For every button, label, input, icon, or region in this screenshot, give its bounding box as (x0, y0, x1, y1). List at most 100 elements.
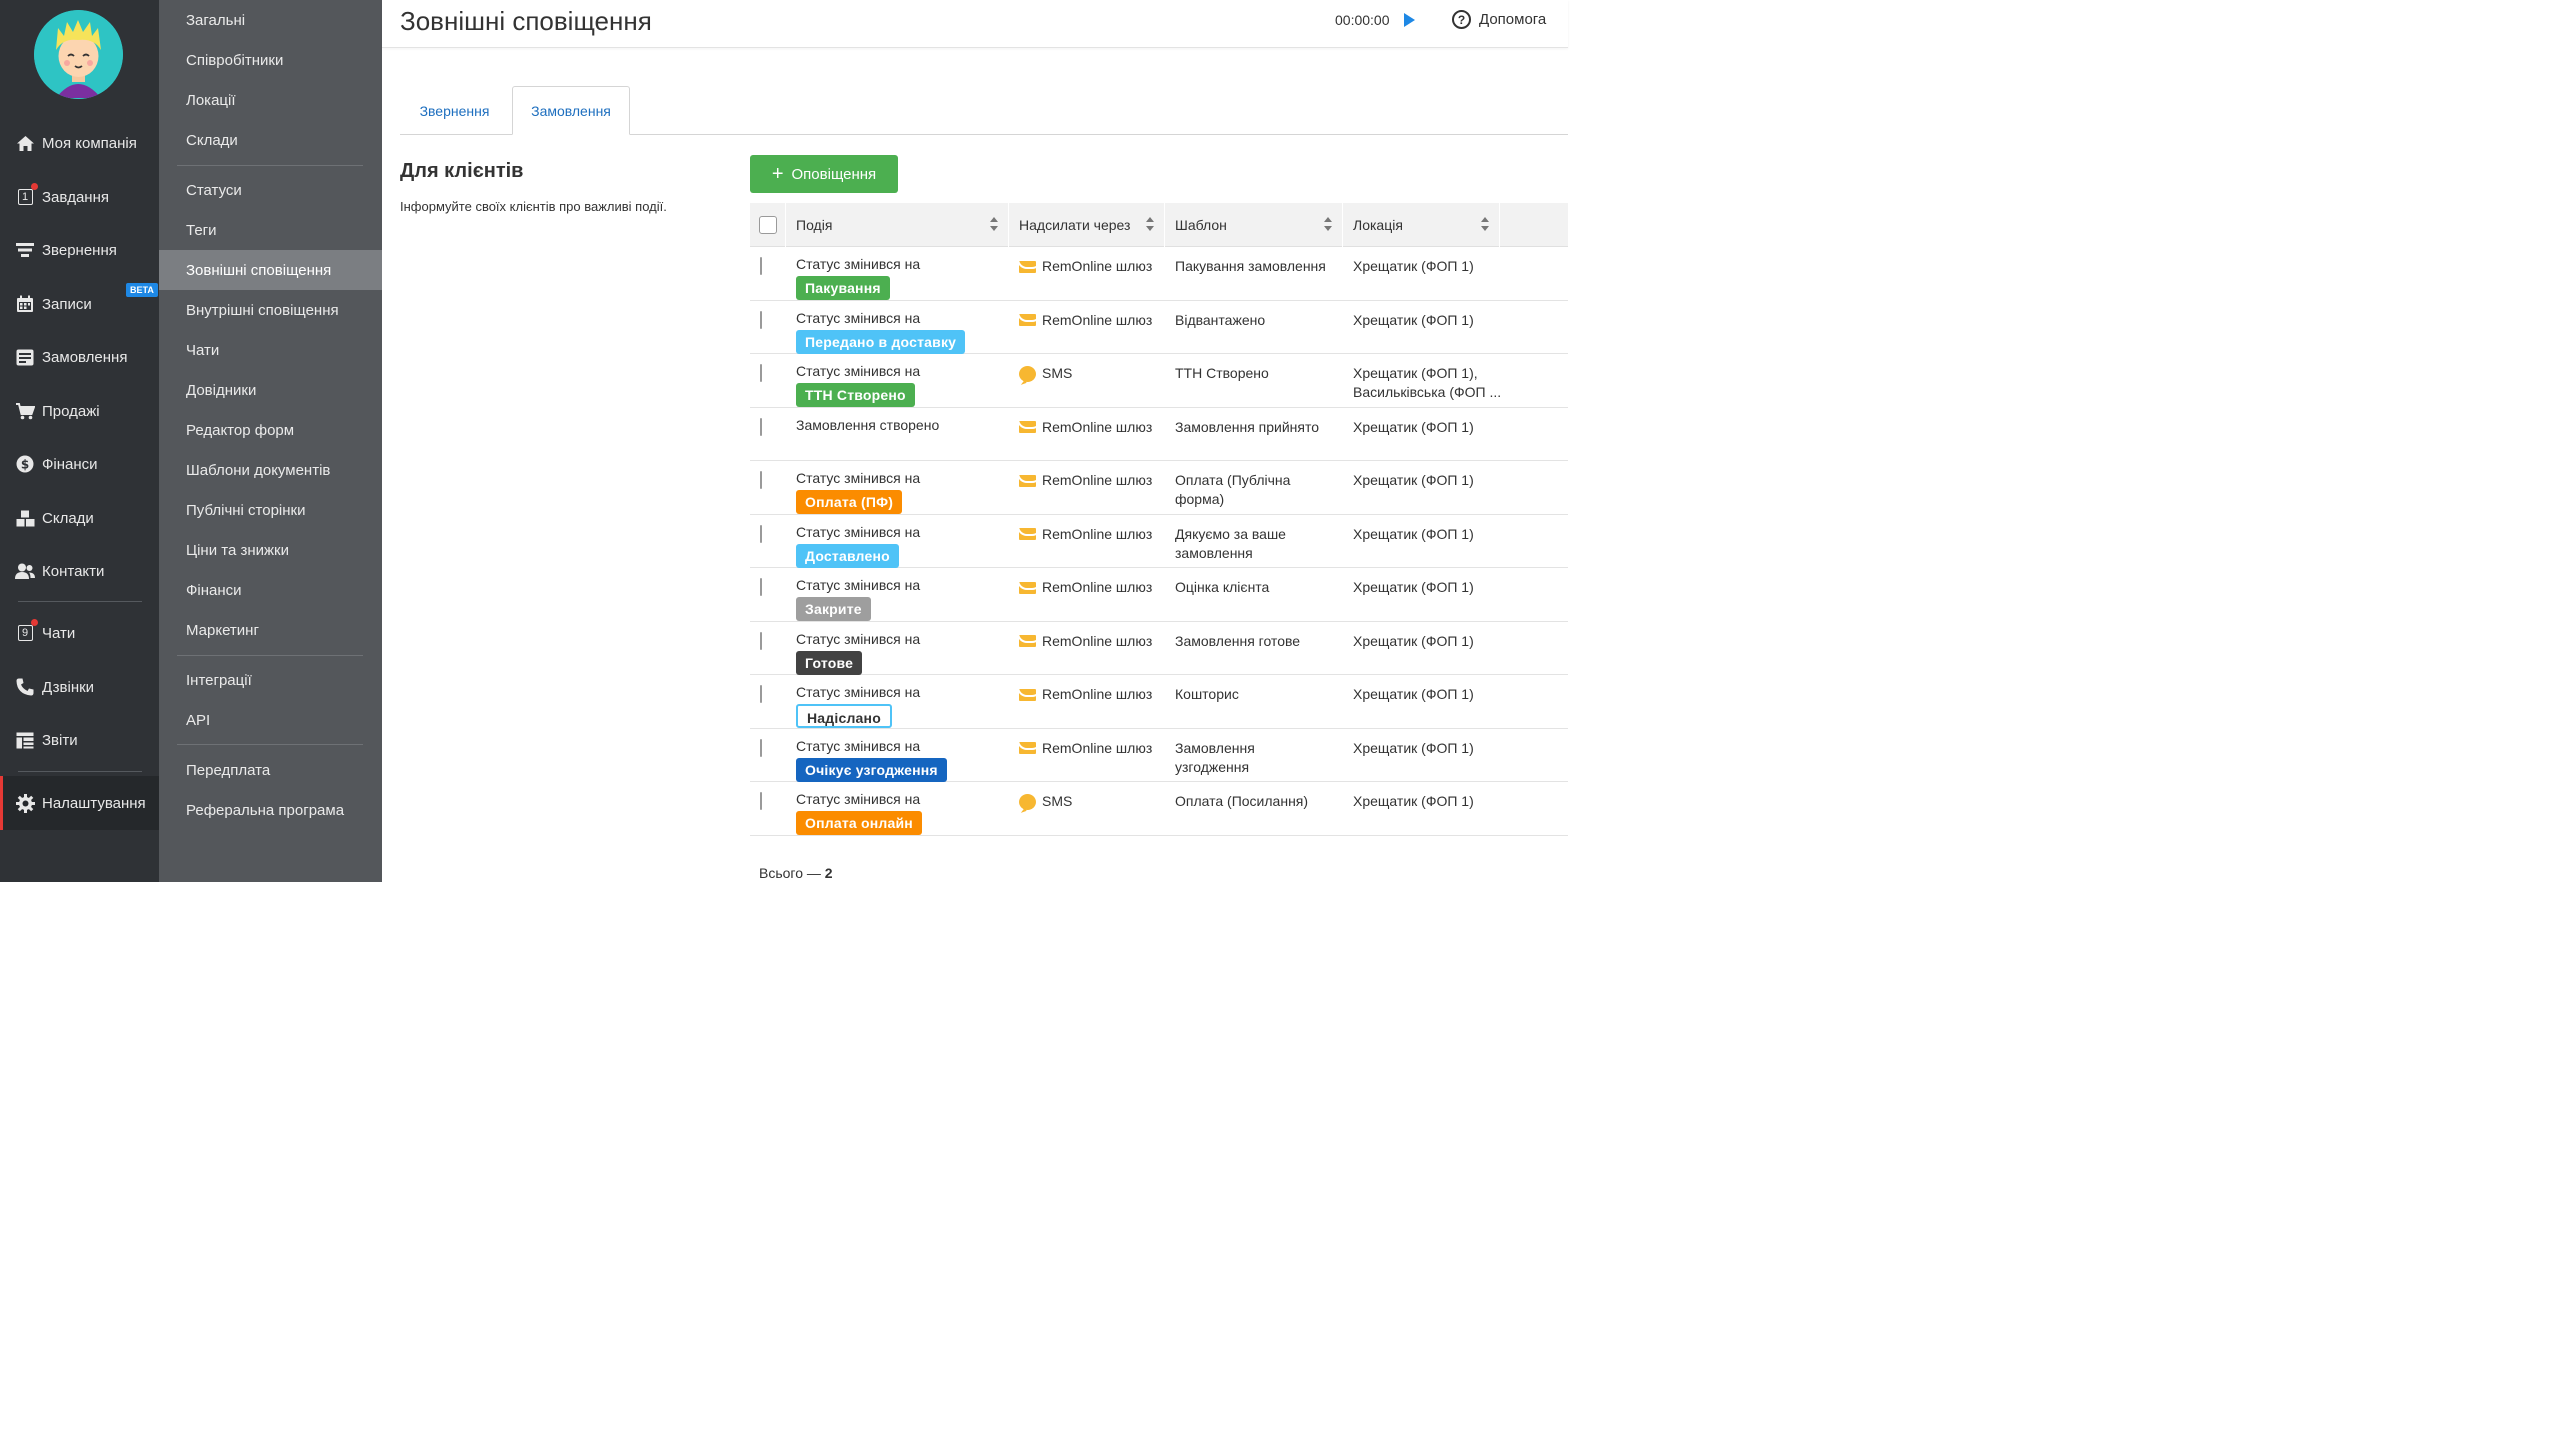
nav-label: Склади (42, 509, 94, 527)
nav-item-inquiries[interactable]: Звернення (0, 230, 159, 270)
channel-cell: RemOnline шлюз (1019, 311, 1152, 330)
table-row[interactable]: Статус змінився на Передано в доставку Rem… (750, 301, 1568, 354)
table-row[interactable]: Статус змінився на Очікує узгодження RemOn… (750, 729, 1568, 782)
row-checkbox[interactable] (760, 417, 762, 436)
settings-item-referral[interactable]: Реферальна програма (159, 790, 382, 830)
table-row[interactable]: Статус змінився на Оплата онлайн SMS Оплата… (750, 782, 1568, 836)
settings-item-document-templates[interactable]: Шаблони документів (159, 450, 382, 490)
settings-item-employees[interactable]: Співробітники (159, 40, 382, 80)
nav-label: Чати (42, 624, 76, 642)
location-cell: Хрещатик (ФОП 1) (1353, 525, 1474, 544)
table-row[interactable]: Статус змінився на ТТН Створено SMS ТТН Ств… (750, 354, 1568, 408)
sort-icon (1146, 217, 1154, 231)
table-row[interactable]: Статус змінився на Надіслано RemOnline шлю… (750, 675, 1568, 729)
template-cell: Оплата (Посилання) (1175, 792, 1308, 811)
main-sidebar: Моя компанія 1 Завдання Звернення Записи… (0, 0, 159, 882)
dollar-icon: $ (14, 453, 36, 475)
settings-item-chats[interactable]: Чати (159, 330, 382, 370)
row-checkbox-cell (760, 738, 762, 758)
template-cell: Замовлення прийнято (1175, 418, 1319, 437)
settings-item-tags[interactable]: Теги (159, 210, 382, 250)
user-avatar[interactable] (34, 10, 123, 99)
add-notification-label: Оповіщення (791, 165, 877, 183)
settings-divider (177, 655, 363, 656)
channel-cell: RemOnline шлюз (1019, 418, 1152, 437)
row-checkbox[interactable] (760, 310, 762, 329)
help-button[interactable]: ? Допомога (1452, 10, 1546, 29)
row-checkbox[interactable] (760, 685, 762, 703)
settings-item-form-editor[interactable]: Редактор форм (159, 410, 382, 450)
settings-item-public-pages[interactable]: Публічні сторінки (159, 490, 382, 530)
column-header-template[interactable]: Шаблон (1165, 203, 1343, 247)
row-checkbox[interactable] (760, 738, 762, 757)
settings-sidebar: Загальні Співробітники Локації Склади Ст… (159, 0, 382, 882)
column-header-location[interactable]: Локація (1343, 203, 1500, 247)
table-row[interactable]: Статус змінився на Закрите RemOnline шлюз О… (750, 568, 1568, 622)
settings-item-external-notifications[interactable]: Зовнішні сповіщення (159, 250, 382, 290)
nav-item-my-company[interactable]: Моя компанія (0, 123, 159, 163)
row-checkbox-cell (760, 524, 762, 544)
table-body: Статус змінився на Пакування RemOnline шлю… (750, 247, 1568, 836)
row-checkbox[interactable] (760, 257, 762, 275)
nav-item-reports[interactable]: Звіти (0, 720, 159, 760)
table-row[interactable]: Статус змінився на Готове RemOnline шлюз За… (750, 622, 1568, 675)
settings-item-directories[interactable]: Довідники (159, 370, 382, 410)
settings-item-warehouses[interactable]: Склади (159, 120, 382, 160)
table-row[interactable]: Статус змінився на Доставлено RemOnline шл… (750, 515, 1568, 568)
nav-item-finance[interactable]: $ Фінанси (0, 444, 159, 484)
nav-item-tasks[interactable]: 1 Завдання (0, 177, 159, 217)
funnel-icon (14, 239, 36, 261)
column-header-event[interactable]: Подія (786, 203, 1009, 247)
table-row[interactable]: Статус змінився на Пакування RemOnline шлю… (750, 247, 1568, 301)
row-checkbox[interactable] (760, 631, 762, 650)
nav-item-orders[interactable]: Замовлення (0, 337, 159, 377)
settings-item-finance[interactable]: Фінанси (159, 570, 382, 610)
nav-item-calls[interactable]: Дзвінки (0, 667, 159, 707)
nav-item-chats[interactable]: 9 Чати (0, 613, 159, 653)
settings-item-internal-notifications[interactable]: Внутрішні сповіщення (159, 290, 382, 330)
event-cell: Статус змінився на Надіслано (796, 683, 920, 728)
settings-item-statuses[interactable]: Статуси (159, 170, 382, 210)
nav-item-contacts[interactable]: Контакти (0, 551, 159, 591)
settings-item-locations[interactable]: Локації (159, 80, 382, 120)
event-label: Статус змінився на (796, 363, 921, 379)
nav-item-sales[interactable]: Продажі (0, 391, 159, 431)
tab-orders[interactable]: Замовлення (512, 86, 630, 135)
location-cell: Хрещатик (ФОП 1) (1353, 739, 1474, 758)
settings-item-marketing[interactable]: Маркетинг (159, 610, 382, 650)
envelope-icon (1019, 742, 1036, 754)
total-value: 2 (824, 865, 833, 881)
settings-item-general[interactable]: Загальні (159, 0, 382, 40)
sort-icon (990, 217, 998, 231)
row-checkbox[interactable] (760, 792, 762, 810)
settings-item-prices-discounts[interactable]: Ціни та знижки (159, 530, 382, 570)
nav-item-warehouses[interactable]: Склади (0, 498, 159, 538)
event-label: Статус змінився на (796, 309, 921, 326)
add-notification-button[interactable]: + Оповіщення (750, 155, 898, 193)
column-header-channel[interactable]: Надсилати через (1009, 203, 1165, 247)
table-row[interactable]: Замовлення створено RemOnline шлюз Замовле… (750, 408, 1568, 461)
row-checkbox[interactable] (760, 471, 762, 489)
tab-inquiries[interactable]: Звернення (400, 86, 509, 135)
settings-item-integrations[interactable]: Інтеграції (159, 660, 382, 700)
event-label: Статус змінився на (796, 791, 921, 807)
settings-item-api[interactable]: API (159, 700, 382, 740)
reports-icon (14, 729, 36, 751)
event-cell: Статус змінився на Готове (796, 630, 920, 675)
play-icon[interactable] (1404, 13, 1415, 27)
select-all-checkbox[interactable] (758, 216, 777, 234)
settings-divider (177, 165, 363, 166)
row-checkbox[interactable] (760, 524, 762, 543)
channel-label: RemOnline шлюз (1042, 686, 1153, 702)
status-badge: Пакування (796, 276, 890, 300)
table-row[interactable]: Статус змінився на Оплата (ПФ) RemOnline ш… (750, 461, 1568, 515)
column-label: Подія (796, 217, 833, 233)
channel-cell: SMS (1019, 792, 1072, 811)
nav-item-settings[interactable]: Налаштування (0, 776, 159, 830)
template-cell: Замовлення узгодження (1175, 739, 1255, 777)
section-title: Для клієнтів (400, 160, 524, 182)
sort-icon (1481, 217, 1489, 231)
row-checkbox[interactable] (760, 578, 762, 596)
settings-item-subscription[interactable]: Передплата (159, 750, 382, 790)
row-checkbox[interactable] (760, 364, 762, 382)
